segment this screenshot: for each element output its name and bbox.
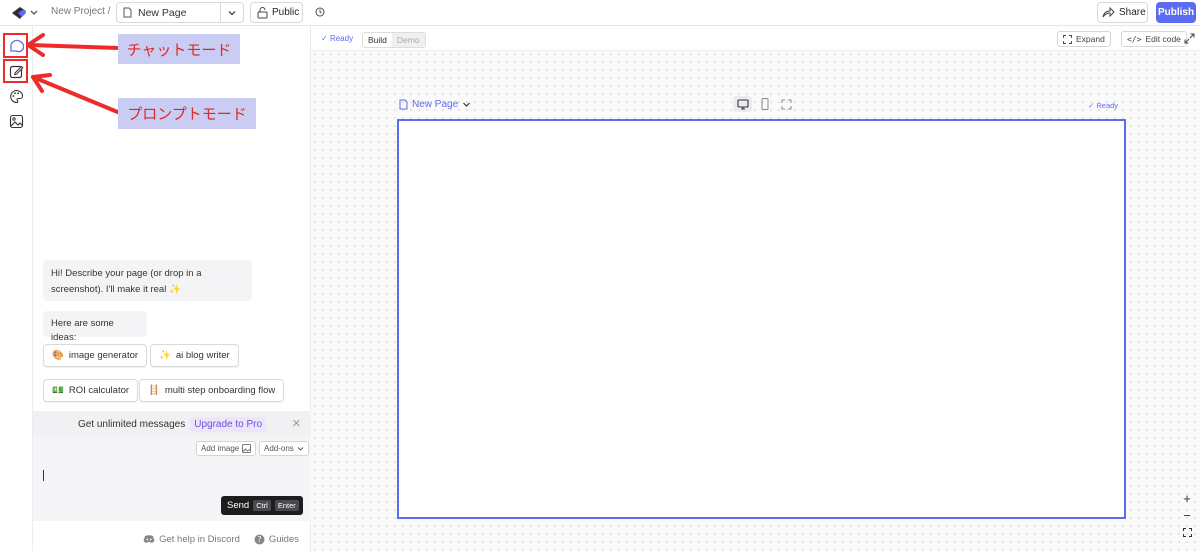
annotation-arrow-prompt (31, 75, 122, 115)
annotation-label-prompt-mode: プロンプトモード (118, 98, 256, 129)
annotation-arrows (26, 33, 122, 115)
annotation-arrow-chat (28, 43, 120, 50)
annotation-label-chat-mode: チャットモード (118, 34, 240, 64)
